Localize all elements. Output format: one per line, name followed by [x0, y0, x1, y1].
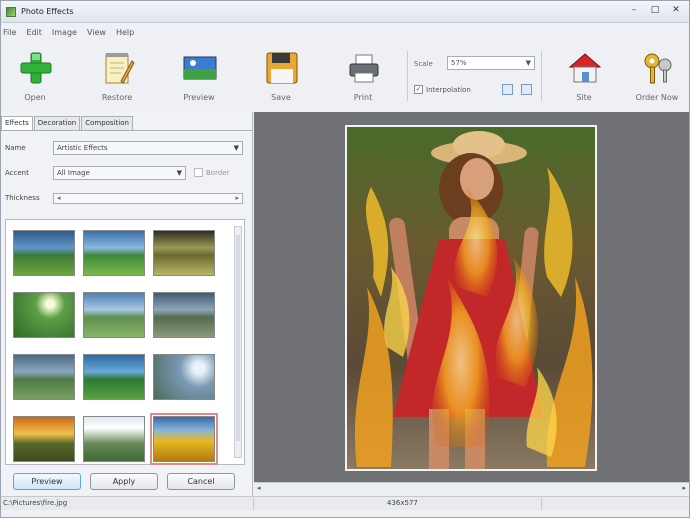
menu-help[interactable]: Help — [116, 28, 134, 41]
scrollbar-thumb[interactable] — [236, 235, 240, 441]
save-button[interactable]: Save — [251, 49, 311, 103]
menu-image[interactable]: Image — [52, 28, 77, 41]
status-separator — [541, 498, 542, 510]
chevron-right-icon[interactable]: ▸ — [235, 194, 239, 202]
window-title: Photo Effects — [21, 7, 74, 16]
gallery-scrollbar[interactable] — [234, 226, 242, 458]
open-label: Open — [24, 93, 46, 102]
app-window: Photo Effects – □ ✕ File Edit Image View… — [0, 0, 690, 518]
interpolation-checkbox[interactable]: ✓ Interpolation — [414, 85, 471, 94]
effect-thumbnail[interactable] — [83, 292, 145, 338]
tab-decoration[interactable]: Decoration — [33, 116, 81, 130]
print-button[interactable]: Print — [333, 49, 393, 103]
toolbar-separator — [407, 51, 408, 101]
menu-bar: File Edit Image View Help — [1, 28, 689, 41]
chevron-left-icon[interactable]: ◂ — [257, 484, 261, 492]
floppy-disk-icon — [266, 52, 298, 84]
effect-thumbnail[interactable] — [83, 354, 145, 400]
landscape-icon — [183, 56, 217, 80]
effect-thumbnail[interactable] — [153, 230, 215, 276]
effect-thumbnail[interactable] — [83, 416, 145, 462]
plus-icon — [20, 52, 52, 84]
status-image-dimensions: 436x577 — [387, 499, 418, 507]
status-separator — [253, 498, 254, 510]
effect-thumbnail[interactable] — [83, 230, 145, 276]
zoom-actual-icon[interactable] — [521, 84, 532, 95]
menu-file[interactable]: File — [3, 28, 16, 41]
status-bar: C:\Pictures\fire.jpg 436x577 — [1, 496, 689, 510]
effect-thumbnail[interactable] — [13, 230, 75, 276]
border-label: Border — [206, 168, 230, 177]
toolbar: Open Restore Preview Save Print Site Ord… — [1, 43, 689, 105]
chevron-down-icon: ▼ — [176, 169, 182, 177]
restore-label: Restore — [101, 93, 133, 102]
site-label: Site — [576, 93, 592, 102]
scale-label: Scale — [414, 60, 433, 68]
tab-divider — [1, 130, 252, 131]
toolbar-separator — [541, 51, 542, 101]
order-now-label: Order Now — [635, 93, 679, 102]
close-button[interactable]: ✕ — [667, 4, 685, 18]
order-now-button[interactable]: Order Now — [627, 49, 687, 103]
minimize-button[interactable]: – — [625, 4, 643, 18]
site-button[interactable]: Site — [554, 49, 614, 103]
maximize-button[interactable]: □ — [646, 4, 664, 18]
house-icon — [568, 53, 602, 83]
notepad-icon — [105, 53, 135, 84]
thickness-slider[interactable]: ◂ ▸ — [53, 193, 243, 204]
chevron-down-icon: ▼ — [525, 59, 531, 67]
interpolation-label: Interpolation — [426, 85, 471, 94]
status-file-path: C:\Pictures\fire.jpg — [3, 499, 68, 507]
scale-select[interactable]: 57% ▼ — [447, 56, 535, 70]
border-checkbox[interactable]: Border — [194, 168, 229, 177]
panel-tabs: Effects Decoration Composition — [1, 116, 134, 130]
zoom-fit-icon[interactable] — [502, 84, 513, 95]
open-button[interactable]: Open — [5, 49, 65, 103]
title-bar: Photo Effects – □ ✕ — [1, 1, 689, 23]
accent-value: All Image — [57, 169, 90, 177]
save-label: Save — [271, 93, 291, 102]
chevron-right-icon[interactable]: ▸ — [682, 484, 686, 492]
printer-icon — [349, 54, 379, 83]
chevron-left-icon[interactable]: ◂ — [57, 194, 61, 202]
window-controls: – □ ✕ — [625, 4, 685, 18]
app-logo-icon — [6, 7, 16, 17]
keys-icon — [644, 53, 672, 84]
checkbox-icon — [194, 168, 203, 177]
tab-effects[interactable]: Effects — [1, 116, 33, 130]
print-label: Print — [353, 93, 373, 102]
effect-thumbnail[interactable] — [13, 416, 75, 462]
effect-name-value: Artistic Effects — [57, 144, 108, 152]
thickness-label: Thickness — [5, 194, 40, 202]
effect-thumbnail[interactable] — [13, 292, 75, 338]
fire-effect-photo — [347, 127, 595, 469]
effect-thumbnail[interactable] — [153, 292, 215, 338]
preview-toolbar-button[interactable]: Preview — [169, 49, 229, 103]
menu-edit[interactable]: Edit — [26, 28, 42, 41]
apply-button[interactable]: Apply — [90, 473, 158, 490]
scale-value: 57% — [451, 59, 467, 67]
name-label: Name — [5, 144, 26, 152]
canvas-horizontal-scrollbar[interactable]: ◂ ▸ — [254, 482, 689, 495]
chevron-down-icon: ▼ — [233, 144, 239, 152]
menu-view[interactable]: View — [87, 28, 106, 41]
tab-composition[interactable]: Composition — [81, 116, 133, 130]
cancel-button[interactable]: Cancel — [167, 473, 235, 490]
photo-preview — [345, 125, 597, 471]
preview-button[interactable]: Preview — [13, 473, 81, 490]
checkbox-checked-icon: ✓ — [414, 85, 423, 94]
restore-button[interactable]: Restore — [87, 49, 147, 103]
effect-thumbnail[interactable] — [13, 354, 75, 400]
accent-select[interactable]: All Image ▼ — [53, 166, 186, 180]
effect-name-select[interactable]: Artistic Effects ▼ — [53, 141, 243, 155]
effect-thumbnail-selected[interactable] — [150, 413, 218, 465]
effect-thumbnail[interactable] — [153, 354, 215, 400]
effects-panel: Effects Decoration Composition Name Arti… — [1, 112, 253, 496]
preview-toolbar-label: Preview — [183, 93, 215, 102]
image-canvas[interactable] — [254, 112, 689, 482]
effects-gallery — [5, 219, 245, 465]
accent-label: Accent — [5, 169, 29, 177]
